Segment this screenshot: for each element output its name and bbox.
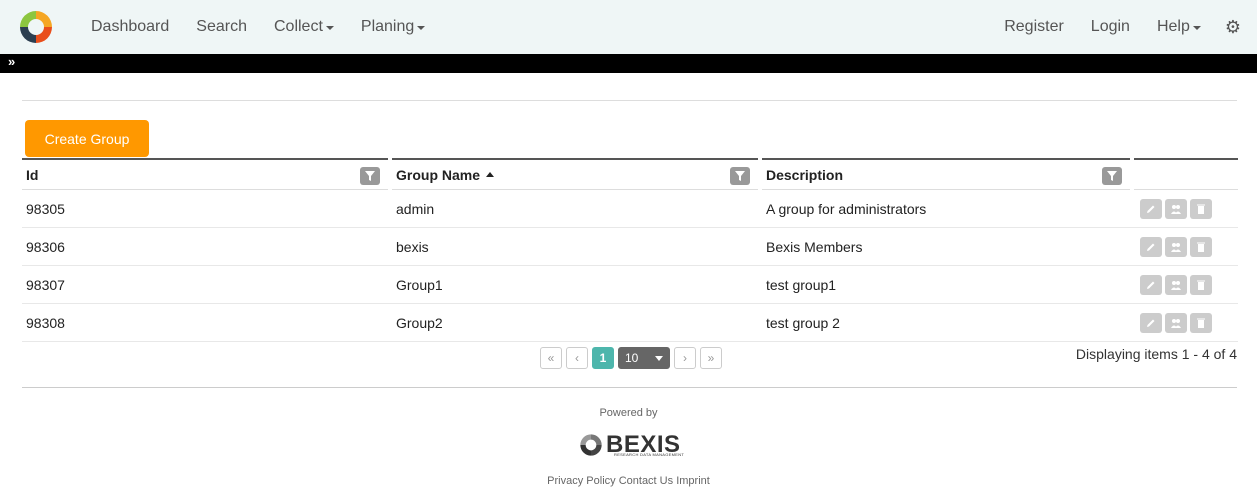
cell-group-name: Group2 (396, 315, 443, 331)
imprint-link[interactable]: Imprint (676, 475, 710, 487)
caret-down-icon (1192, 26, 1201, 30)
cell-id: 98307 (26, 277, 65, 293)
first-page-button[interactable]: « (540, 347, 562, 369)
double-chevron-down-icon[interactable]: » (8, 54, 15, 70)
nav-collect[interactable]: Collect (274, 18, 334, 36)
caret-down-icon (417, 26, 426, 30)
members-icon[interactable] (1165, 313, 1187, 333)
cell-id: 98305 (26, 201, 65, 217)
cell-id: 98308 (26, 315, 65, 331)
edit-icon[interactable] (1140, 275, 1162, 295)
nav-help-label: Help (1156, 18, 1190, 35)
column-header-label: Description (766, 166, 844, 183)
page-size-dropdown[interactable]: 10 (618, 347, 670, 369)
caret-down-icon (655, 355, 663, 361)
edit-icon[interactable] (1140, 199, 1162, 219)
row-actions (1140, 199, 1212, 219)
next-page-button[interactable]: › (674, 347, 696, 369)
nav-register[interactable]: Register (1004, 18, 1064, 36)
create-group-button[interactable]: Create Group (25, 120, 149, 157)
nav-search-label: Search (196, 18, 247, 35)
sort-ascending-icon (486, 172, 495, 177)
cell-id: 98306 (26, 239, 65, 255)
nav-dashboard-label: Dashboard (91, 18, 170, 35)
column-header-label: Group Name (396, 166, 481, 183)
page-size-value: 10 (625, 351, 639, 365)
pager: « ‹ 1 10 › » (540, 347, 722, 369)
column-header-description[interactable]: Description (762, 158, 1130, 190)
bexis-logo-icon[interactable] (18, 9, 54, 45)
delete-icon[interactable] (1190, 199, 1212, 219)
contact-us-link[interactable]: Contact Us (619, 475, 673, 487)
prev-page-button[interactable]: ‹ (566, 347, 588, 369)
nav-planing[interactable]: Planing (360, 18, 426, 36)
privacy-policy-link[interactable]: Privacy Policy (547, 475, 615, 487)
bexis-mark-icon (580, 434, 602, 456)
members-icon[interactable] (1165, 237, 1187, 257)
footer-bexis-logo: BEXIS RESEARCH DATA MANAGEMENT (576, 430, 688, 460)
nav-right: Register Login Help ⚙ (1004, 0, 1257, 54)
cell-group-name: bexis (396, 239, 429, 255)
table-row[interactable]: 98305 admin A group for administrators (22, 190, 1238, 228)
nav-planing-label: Planing (360, 18, 415, 35)
top-navbar: Dashboard Search Collect Planing Registe… (0, 0, 1257, 54)
members-icon[interactable] (1165, 275, 1187, 295)
footer-logo-subtitle: RESEARCH DATA MANAGEMENT (614, 452, 685, 457)
edit-icon[interactable] (1140, 313, 1162, 333)
nav-collect-label: Collect (273, 18, 323, 35)
divider (22, 100, 1237, 101)
column-header-id[interactable]: Id (22, 158, 388, 190)
cell-description: A group for administrators (766, 201, 927, 217)
nav-help[interactable]: Help (1157, 18, 1201, 36)
gear-icon[interactable]: ⚙ (1225, 17, 1241, 38)
table-row[interactable]: 98306 bexis Bexis Members (22, 228, 1238, 266)
row-actions (1140, 275, 1212, 295)
filter-icon[interactable] (730, 167, 750, 185)
cell-group-name: Group1 (396, 277, 443, 293)
caret-down-icon (325, 26, 334, 30)
cell-group-name: admin (396, 201, 435, 217)
edit-icon[interactable] (1140, 237, 1162, 257)
cell-description: test group1 (766, 277, 837, 293)
row-actions (1140, 237, 1212, 257)
members-icon[interactable] (1165, 199, 1187, 219)
delete-icon[interactable] (1190, 313, 1212, 333)
delete-icon[interactable] (1190, 237, 1212, 257)
nav-search[interactable]: Search (196, 18, 247, 36)
nav-login[interactable]: Login (1091, 18, 1130, 36)
cell-description: test group 2 (766, 315, 840, 331)
filter-icon[interactable] (1102, 167, 1122, 185)
delete-icon[interactable] (1190, 275, 1212, 295)
divider (22, 387, 1237, 388)
nav-register-label: Register (1004, 18, 1064, 35)
pager-status: Displaying items 1 - 4 of 4 (1075, 346, 1237, 362)
column-header-label: Id (26, 166, 39, 183)
footer-links: Privacy Policy Contact Us Imprint (0, 475, 1257, 487)
column-header-group-name[interactable]: Group Name (392, 158, 758, 190)
table-row[interactable]: 98307 Group1 test group1 (22, 266, 1238, 304)
column-header-actions (1134, 158, 1238, 190)
filter-icon[interactable] (360, 167, 380, 185)
nav-dashboard[interactable]: Dashboard (91, 18, 169, 36)
table-row[interactable]: 98308 Group2 test group 2 (22, 304, 1238, 342)
powered-by-text: Powered by (599, 407, 658, 419)
row-actions (1140, 313, 1212, 333)
nav-left: Dashboard Search Collect Planing (91, 0, 452, 54)
menu-toggle-bar: » (0, 54, 1257, 73)
page-1-button[interactable]: 1 (592, 347, 614, 369)
cell-description: Bexis Members (766, 239, 863, 255)
nav-login-label: Login (1090, 18, 1130, 35)
last-page-button[interactable]: » (700, 347, 722, 369)
